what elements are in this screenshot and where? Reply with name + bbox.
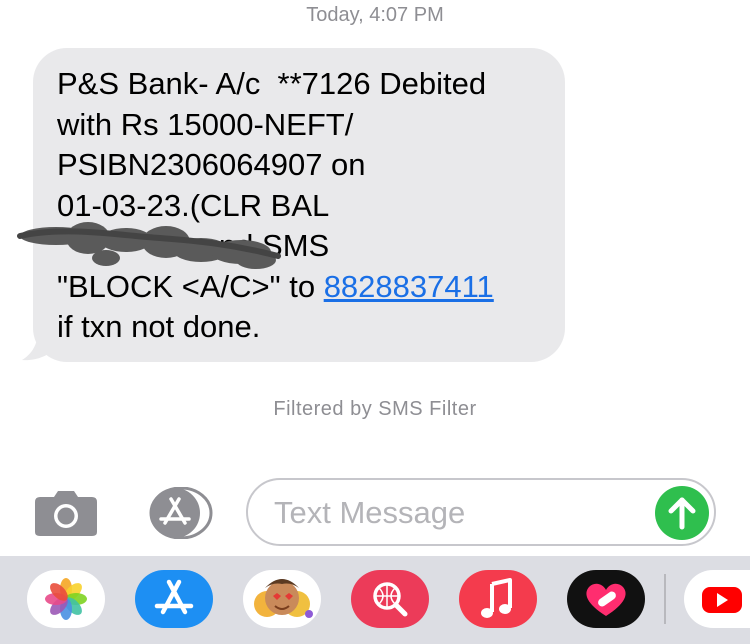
arrow-up-icon — [668, 497, 696, 530]
phone-number-link[interactable]: 8828837411 — [324, 269, 494, 304]
message-input[interactable]: Text Message — [246, 478, 716, 546]
app-drawer-dock — [0, 556, 750, 644]
redaction-scribble — [17, 222, 281, 269]
dock-app-web-search[interactable] — [351, 570, 429, 628]
heart-app-icon — [586, 583, 626, 616]
dock-app-music[interactable] — [459, 570, 537, 628]
music-note-icon — [481, 578, 512, 618]
message-line: if txn not done. — [57, 309, 261, 344]
message-line: PSIBN2306064907 on — [57, 147, 366, 182]
memoji-icon — [254, 579, 313, 618]
app-store-icon — [149, 487, 213, 539]
message-line: P&S Bank- A/c **7126 Debited — [57, 66, 487, 101]
dock-app-app-store[interactable] — [135, 570, 213, 628]
dock-app-memoji[interactable] — [243, 570, 321, 628]
dock-divider — [664, 574, 666, 624]
apps-button[interactable] — [141, 487, 213, 539]
web-search-icon — [373, 582, 408, 617]
message-timestamp: Today, 4:07 PM — [306, 4, 444, 26]
dock-app-youtube[interactable] — [684, 570, 750, 628]
message-input-placeholder: Text Message — [274, 495, 466, 530]
photos-icon — [45, 578, 87, 620]
message-line: with Rs 15000-NEFT/ — [57, 106, 354, 142]
camera-icon — [35, 491, 97, 536]
app-store-icon — [154, 579, 194, 615]
dock-app-photos[interactable] — [27, 570, 105, 628]
message-text: P&S Bank- A/c **7126 Debited with Rs 150… — [57, 64, 557, 348]
camera-button[interactable] — [34, 489, 98, 537]
send-button[interactable] — [655, 486, 709, 540]
youtube-icon — [702, 587, 742, 613]
dock-app-heart[interactable] — [567, 570, 645, 628]
sms-filter-note: Filtered by SMS Filter — [273, 398, 477, 420]
